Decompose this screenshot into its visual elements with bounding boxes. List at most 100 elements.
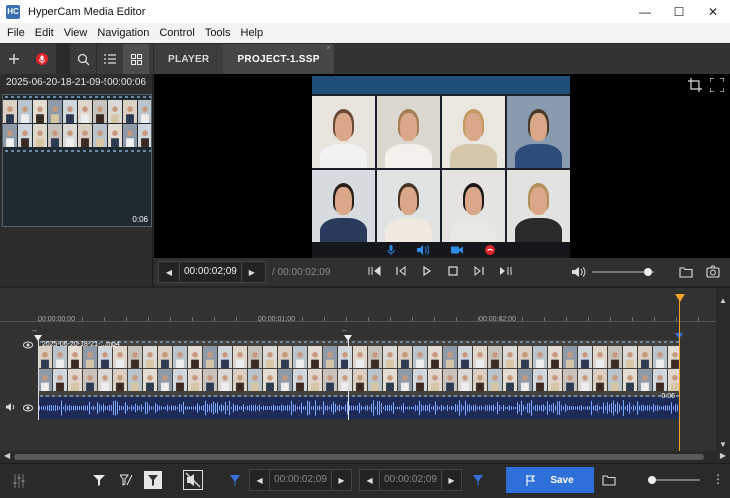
menu-tools[interactable]: Tools <box>200 27 236 39</box>
start-time-next-icon[interactable]: ▶ <box>332 476 351 485</box>
ruler-tick <box>522 317 523 321</box>
mixer-settings-icon[interactable] <box>12 474 26 488</box>
scroll-up-icon[interactable]: ▲ <box>719 296 727 305</box>
ruler-tick <box>346 317 347 321</box>
menu-file[interactable]: File <box>2 27 30 39</box>
scroll-down-icon[interactable]: ▼ <box>719 440 727 449</box>
split-marker-line <box>348 340 349 420</box>
ruler-tick <box>632 317 633 321</box>
ruler-tick <box>280 317 281 321</box>
more-options-icon[interactable]: ⋮ <box>712 473 724 485</box>
start-time[interactable]: 00:00:02;09 <box>269 469 332 491</box>
timeline-vertical-scrollbar[interactable]: ▲ ▼ <box>716 288 730 451</box>
end-time[interactable]: 00:00:02;09 <box>379 469 442 491</box>
playhead-line <box>679 300 680 457</box>
ruler-tick <box>500 317 501 321</box>
next-frame-icon[interactable] <box>472 265 486 277</box>
search-icon[interactable] <box>70 44 96 74</box>
end-time-next-icon[interactable]: ▶ <box>442 476 461 485</box>
playhead-handle[interactable] <box>675 294 685 302</box>
mute-clip-icon[interactable] <box>183 470 203 490</box>
split-marker-handle-icon[interactable]: ↔ <box>341 327 348 334</box>
zoom-slider-knob[interactable] <box>648 476 656 484</box>
start-time-prev-icon[interactable]: ◀ <box>250 476 269 485</box>
ruler-tick <box>390 317 391 321</box>
ruler-tick <box>456 317 457 321</box>
play-icon[interactable] <box>420 265 434 277</box>
volume-icon[interactable] <box>572 266 586 278</box>
start-time-stepper: ◀ 00:00:02;09 ▶ <box>249 469 352 491</box>
editor-tabs: PLAYER PROJECT-1.SSP × <box>154 44 730 74</box>
add-media-icon[interactable] <box>0 44 28 74</box>
filter-toggle-icon[interactable] <box>144 471 162 489</box>
ruler-tick <box>588 317 589 321</box>
time-next-icon[interactable]: ▶ <box>242 268 262 277</box>
current-time[interactable]: 00:00:02;09 <box>179 261 242 283</box>
ruler-tick <box>38 317 39 321</box>
media-toolbar <box>0 44 153 74</box>
go-to-end-icon[interactable] <box>498 265 512 277</box>
volume-slider[interactable] <box>592 268 654 276</box>
menu-help[interactable]: Help <box>236 27 269 39</box>
menu-view[interactable]: View <box>59 27 93 39</box>
set-in-marker-icon[interactable] <box>229 474 241 486</box>
mic-icon <box>387 245 395 255</box>
media-thumbnail[interactable]: 0:06 <box>2 94 152 227</box>
output-folder-icon[interactable] <box>602 474 616 486</box>
timeline-horizontal-scrollbar[interactable]: ◀ ▶ <box>0 451 730 463</box>
open-folder-icon[interactable] <box>679 266 693 278</box>
media-library-panel: 2025-06-20-18-21-09-5... 00:00:06 0:06 <box>0 74 153 286</box>
participant-tile <box>442 170 505 242</box>
audio-visibility-eye-icon[interactable] <box>23 404 33 412</box>
grid-view-icon[interactable] <box>123 44 149 74</box>
video-banner <box>312 76 570 94</box>
transport-bar: ◀ 00:00:02;09 ▶ / 00:00:02;09 <box>154 258 730 286</box>
scroll-left-icon[interactable]: ◀ <box>4 451 10 460</box>
minimize-button[interactable]: — <box>628 0 662 23</box>
list-view-icon[interactable] <box>97 44 123 74</box>
filter-icon[interactable] <box>93 474 105 486</box>
video-visibility-eye-icon[interactable] <box>23 341 33 349</box>
ruler-tick <box>434 317 435 321</box>
ruler-tick <box>214 317 215 321</box>
bottom-toolbar: ◀ 00:00:02;09 ▶ ◀ 00:00:02;09 ▶ Save ⋮ <box>0 463 730 498</box>
tab-project[interactable]: PROJECT-1.SSP × <box>223 44 334 74</box>
close-button[interactable]: ✕ <box>696 0 730 23</box>
timeline-zoom-slider[interactable] <box>648 476 700 484</box>
ruler-tick <box>60 317 61 321</box>
in-marker-handle-icon[interactable]: ↔ <box>31 327 38 334</box>
clip-duration: 0:06 <box>661 393 675 400</box>
set-out-marker-icon[interactable] <box>472 474 484 486</box>
menu-control[interactable]: Control <box>154 27 199 39</box>
participant-tile <box>377 170 440 242</box>
menu-edit[interactable]: Edit <box>30 27 59 39</box>
crop-icon[interactable] <box>688 78 702 92</box>
scroll-thumb[interactable] <box>14 454 704 460</box>
ruler-label: 00:00:01;00 <box>258 316 295 323</box>
menu-bar: File Edit View Navigation Control Tools … <box>0 23 730 43</box>
volume-slider-knob[interactable] <box>643 268 652 276</box>
menu-navigation[interactable]: Navigation <box>92 27 154 39</box>
time-prev-icon[interactable]: ◀ <box>159 268 179 277</box>
audio-volume-icon[interactable] <box>6 403 16 411</box>
media-duration: 00:00:06 <box>107 77 146 88</box>
clip-audio-waveform[interactable] <box>38 397 679 419</box>
stop-icon[interactable] <box>446 265 460 277</box>
video-preview <box>154 74 730 258</box>
go-to-start-icon[interactable] <box>368 265 382 277</box>
filter-clear-icon[interactable] <box>120 474 133 486</box>
ruler-tick <box>104 317 105 321</box>
end-time-prev-icon[interactable]: ◀ <box>360 476 379 485</box>
scroll-right-icon[interactable]: ▶ <box>720 451 726 460</box>
fullscreen-icon[interactable] <box>710 78 724 92</box>
timeline-ruler[interactable]: 00:00:00;00 00:00:01;00 00:00:02;00 <box>0 304 716 323</box>
maximize-button[interactable]: ☐ <box>662 0 696 23</box>
snapshot-icon[interactable] <box>706 265 720 278</box>
save-button[interactable]: Save <box>506 467 594 493</box>
record-mic-icon[interactable] <box>28 44 56 74</box>
ruler-tick <box>236 317 237 321</box>
participant-tile <box>442 96 505 168</box>
tab-close-icon[interactable]: × <box>326 45 330 53</box>
tab-player[interactable]: PLAYER <box>154 44 224 74</box>
previous-frame-icon[interactable] <box>394 265 408 277</box>
